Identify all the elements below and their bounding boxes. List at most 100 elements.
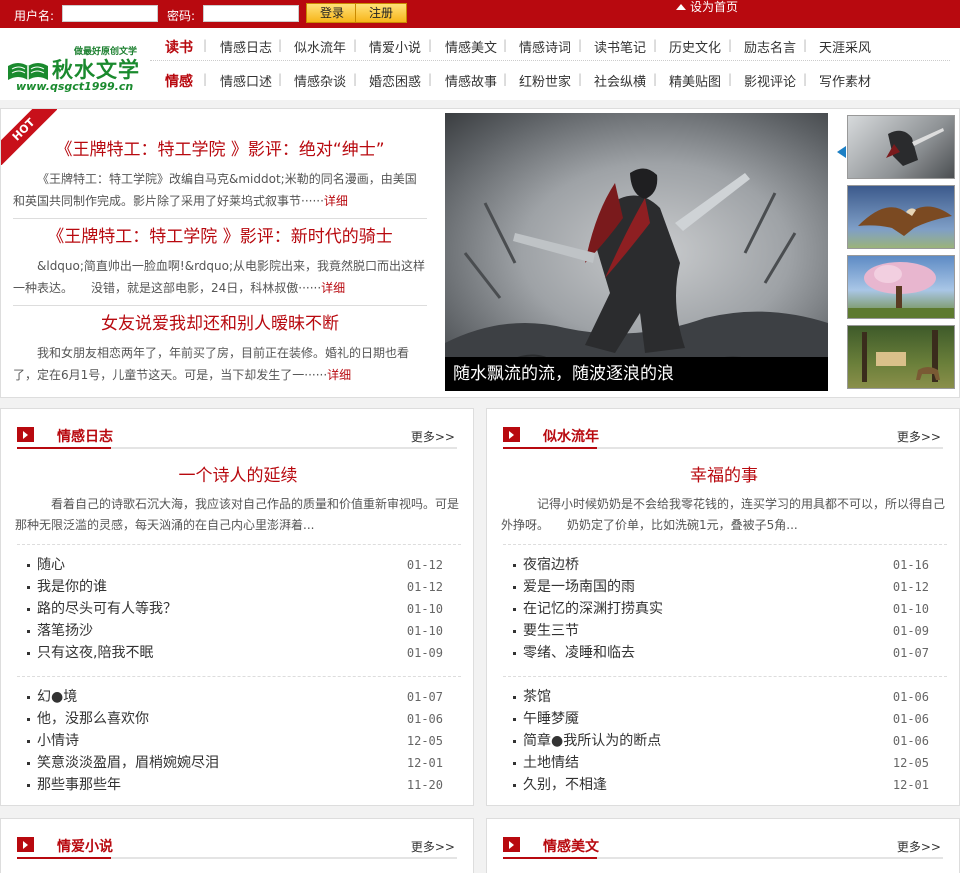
list-item-title[interactable]: 土地情结 xyxy=(523,752,579,774)
nav-item[interactable]: 影视评论 xyxy=(744,71,796,90)
hot-story-title[interactable]: 《王牌特工：特工学院 》影评：新时代的骑士 xyxy=(13,222,427,247)
nav-item[interactable]: 精美贴图 xyxy=(669,71,721,90)
hot-story: 《王牌特工：特工学院 》影评：绝对“绅士” 《王牌特工：特工学院》改编自马克&m… xyxy=(13,135,427,219)
nav-item[interactable]: 情感美文 xyxy=(445,37,497,56)
hot-story-title[interactable]: 《王牌特工：特工学院 》影评：绝对“绅士” xyxy=(13,135,427,160)
nav-category-emotion[interactable]: 情感 xyxy=(165,71,193,91)
eagle-thumb xyxy=(858,206,952,236)
bullet-icon xyxy=(513,586,516,589)
list-item-title[interactable]: 幻●境 xyxy=(37,686,77,708)
more-link[interactable]: 更多>> xyxy=(897,428,941,445)
set-homepage-label: 设为首页 xyxy=(690,0,739,14)
list-item-title[interactable]: 爱是一场南国的雨 xyxy=(523,576,635,598)
list-item-title[interactable]: 我是你的谁 xyxy=(37,576,107,598)
nav-item[interactable]: 社会纵横 xyxy=(594,71,646,90)
set-homepage-link[interactable]: 设为首页 xyxy=(676,0,738,14)
hot-story-desc-text: 《王牌特工：特工学院》改编自马克&middot;米勒的同名漫画，由美国和英国共同… xyxy=(13,172,417,208)
list-item-title[interactable]: 小情诗 xyxy=(37,730,79,752)
register-button[interactable]: 注册 xyxy=(355,3,407,23)
section-box: 似水流年 更多>> 幸福的事 记得小时候奶奶是不会给我零花钱的，连买学习的用具都… xyxy=(486,408,960,806)
thumbnail[interactable] xyxy=(847,255,955,319)
more-link[interactable]: 更多>> xyxy=(411,428,455,445)
hot-story: 《王牌特工：特工学院 》影评：新时代的骑士 &ldquo;简直帅出一脸血啊!&r… xyxy=(13,222,427,306)
more-link[interactable]: 更多>> xyxy=(411,838,455,855)
list-item-title[interactable]: 那些事那些年 xyxy=(37,774,121,796)
list-item-title[interactable]: 他，没那么喜欢你 xyxy=(37,708,149,730)
nav-separator: | xyxy=(728,38,733,52)
nav-item[interactable]: 情感口述 xyxy=(220,71,272,90)
nav-item[interactable]: 似水流年 xyxy=(294,37,346,56)
more-link[interactable]: 更多>> xyxy=(897,838,941,855)
list-item-title[interactable]: 落笔扬沙 xyxy=(37,620,93,642)
list-item-title[interactable]: 久别，不相逢 xyxy=(523,774,607,796)
list-item-title[interactable]: 夜宿边桥 xyxy=(523,554,579,576)
list-item-date: 01-10 xyxy=(406,624,443,638)
featured-image[interactable]: 随水飘流的流，随波逐浪的浪 xyxy=(445,113,828,391)
list-item-title[interactable]: 零绪、凌睡和临去 xyxy=(523,642,635,664)
list-item-title[interactable]: 茶馆 xyxy=(523,686,551,708)
bullet-icon xyxy=(27,696,30,699)
nav-separator: | xyxy=(278,72,283,86)
thumbnail[interactable] xyxy=(847,115,955,179)
nav-item[interactable]: 励志名言 xyxy=(744,37,796,56)
nav-separator: | xyxy=(578,38,583,52)
feature-title[interactable]: 幸福的事 xyxy=(501,461,947,486)
hot-story-title[interactable]: 女友说爱我却还和别人暧昧不断 xyxy=(13,309,427,334)
nav-separator: | xyxy=(803,38,808,52)
list-item-title[interactable]: 只有这夜,陪我不眠 xyxy=(37,642,153,664)
thumbnail[interactable] xyxy=(847,185,955,249)
list-item-title[interactable]: 要生三节 xyxy=(523,620,579,642)
password-input[interactable] xyxy=(203,5,299,22)
list-item-title[interactable]: 在记忆的深渊打捞真实 xyxy=(523,598,663,620)
nav-item[interactable]: 历史文化 xyxy=(669,37,721,56)
article-list: 茶馆 01-06 午睡梦魇 01-06 简章●我所认为的断点 01-06 土地情结 12… xyxy=(503,676,947,796)
section-arrow-icon xyxy=(503,837,520,852)
detail-link[interactable]: 详细 xyxy=(324,194,348,208)
hot-story-desc: 《王牌特工：特工学院》改编自马克&middot;米勒的同名漫画，由美国和英国共同… xyxy=(13,168,427,212)
bullet-icon xyxy=(27,630,30,633)
nav-category-reading[interactable]: 读书 xyxy=(165,37,193,57)
nav-item[interactable]: 读书笔记 xyxy=(594,37,646,56)
nav-item[interactable]: 情感诗词 xyxy=(519,37,571,56)
feature-title[interactable]: 一个诗人的延续 xyxy=(15,461,461,486)
list-item-title[interactable]: 路的尽头可有人等我？ xyxy=(37,598,177,620)
list-item-title[interactable]: 简章●我所认为的断点 xyxy=(523,730,661,752)
list-item-date: 01-09 xyxy=(406,646,443,660)
nav-item[interactable]: 写作素材 xyxy=(819,71,871,90)
section-header: 情感美文 更多>> xyxy=(503,831,943,859)
nav-separator: | xyxy=(353,38,358,52)
thumbnail[interactable] xyxy=(847,325,955,389)
list-item-date: 01-06 xyxy=(406,712,443,726)
section-underline xyxy=(17,857,111,859)
bullet-icon xyxy=(513,718,516,721)
detail-link[interactable]: 详细 xyxy=(327,368,351,382)
nav-item[interactable]: 情爱小说 xyxy=(369,37,421,56)
nav-item[interactable]: 婚恋困惑 xyxy=(369,71,421,90)
login-button[interactable]: 登录 xyxy=(306,3,358,23)
list-item-title[interactable]: 笑意淡淡盈眉，眉梢婉婉尽泪 xyxy=(37,752,219,774)
nav-item[interactable]: 情感故事 xyxy=(445,71,497,90)
list-item-date: 01-06 xyxy=(892,734,929,748)
logo-url: www.qsgct1999.cn xyxy=(16,80,134,93)
site-logo[interactable]: 做最好原创文学 秋水文学 www.qsgct1999.cn xyxy=(6,42,139,94)
nav-separator: | xyxy=(503,38,508,52)
feature-desc: 看着自己的诗歌石沉大海，我应该对自己作品的质量和价值重新审视吗。可是那种无限泛滥… xyxy=(15,497,460,532)
warrior-artwork xyxy=(445,168,828,391)
nav-item[interactable]: 天涯采风 xyxy=(819,37,871,56)
warrior-thumb xyxy=(886,128,944,166)
list-item-title[interactable]: 随心 xyxy=(37,554,65,576)
bullet-icon xyxy=(27,608,30,611)
list-item: 茶馆 01-06 xyxy=(503,686,947,708)
list-item-title[interactable]: 午睡梦魇 xyxy=(523,708,579,730)
username-input[interactable] xyxy=(62,5,158,22)
detail-link[interactable]: 详细 xyxy=(321,281,345,295)
nav-separator: | xyxy=(278,38,283,52)
nav-separator: | xyxy=(353,72,358,86)
featured-caption: 随水飘流的流，随波逐浪的浪 xyxy=(445,357,828,391)
nav-item[interactable]: 情感日志 xyxy=(220,37,272,56)
nav-item[interactable]: 红粉世家 xyxy=(519,71,571,90)
nav-item[interactable]: 情感杂谈 xyxy=(294,71,346,90)
bullet-icon xyxy=(513,696,516,699)
list-item: 要生三节 01-09 xyxy=(503,620,947,642)
list-item: 爱是一场南国的雨 01-12 xyxy=(503,576,947,598)
